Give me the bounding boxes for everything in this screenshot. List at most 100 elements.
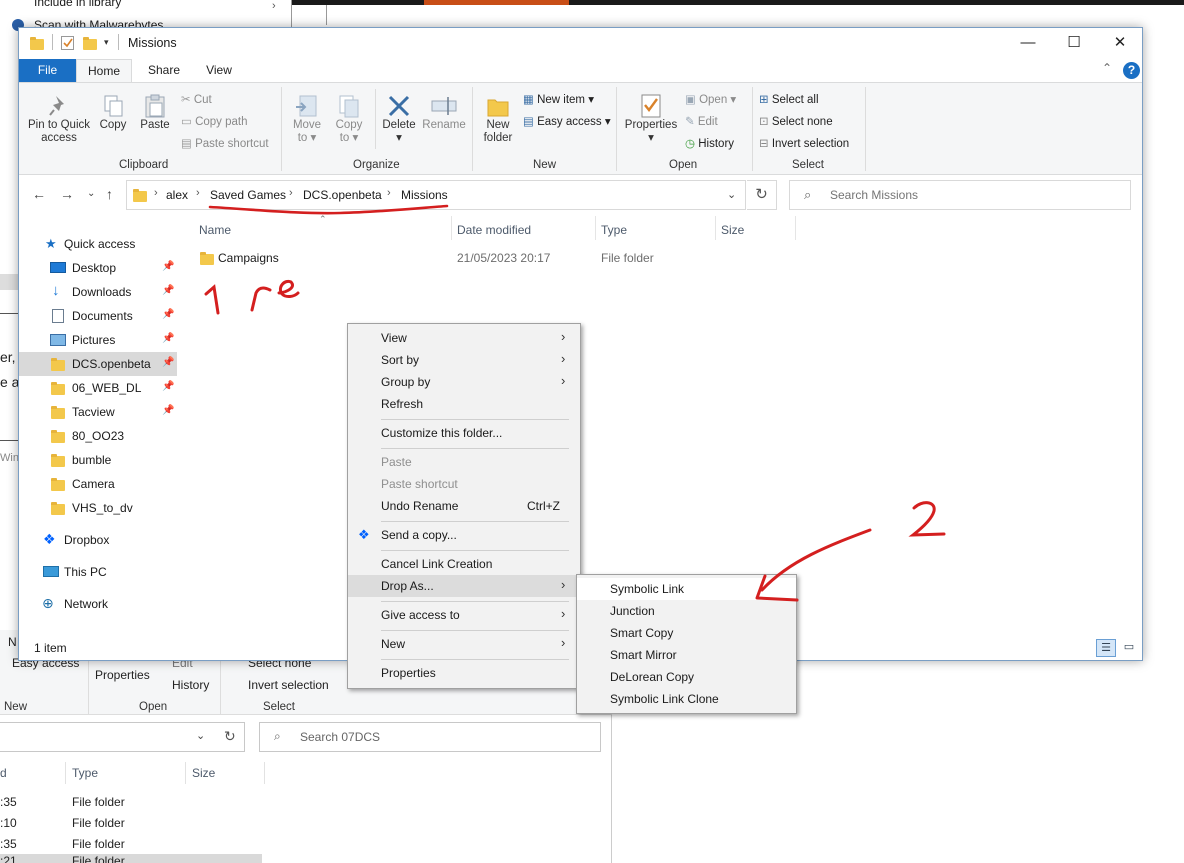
submenu-item-smart-copy[interactable]: Smart Copy [577,622,796,644]
menu-item-give-access-to[interactable]: Give access to › [348,604,580,626]
nav-item-this-pc[interactable]: This PC [19,560,177,584]
nav-item-dropbox[interactable]: ❖ Dropbox [19,528,177,552]
menu-separator [381,659,569,660]
properties-button[interactable]: Properties ▾ [621,93,681,145]
bg-col-sep [185,762,186,784]
nav-item-vhs-to-dv[interactable]: VHS_to_dv [19,496,177,520]
nav-item-quick-access[interactable]: ★ Quick access [19,232,177,256]
pin-icon: 📌 [162,381,175,392]
tab-view[interactable]: View [196,59,242,82]
submenu-item-smart-mirror[interactable]: Smart Mirror [577,644,796,666]
bg-ribbon-new: N [8,635,17,649]
copy-button[interactable]: Copy [95,93,131,132]
easy-access-button[interactable]: ▤ Easy access ▾ [523,114,611,128]
help-icon[interactable]: ? [1123,62,1140,79]
nav-item-camera[interactable]: Camera [19,472,177,496]
submenu-item-delorean-copy[interactable]: DeLorean Copy [577,666,796,688]
nav-item-06-web-dl[interactable]: 06_WEB_DL 📌 [19,376,177,400]
pin-to-quick-access-button[interactable]: Pin to Quick access [23,93,95,145]
divider [118,34,119,50]
bg-row-type: File folder [72,837,125,851]
menu-item-send-a-copy[interactable]: ❖ Send a copy... [348,524,580,546]
table-row[interactable]: Campaigns 21/05/2023 20:17 File folder [195,247,795,269]
maximize-button[interactable]: ☐ [1051,28,1097,58]
search-input[interactable] [828,187,1118,203]
up-button[interactable]: ↑ [106,186,113,202]
menu-item-new[interactable]: New › [348,633,580,655]
copy-to-button[interactable]: Copy to ▾ [329,93,369,145]
menu-item-undo-rename[interactable]: Undo Rename Ctrl+Z [348,495,580,517]
breadcrumb-saved-games[interactable]: Saved Games [210,188,286,202]
edit-button[interactable]: ✎ Edit [685,114,718,128]
new-item-button[interactable]: ▦ New item ▾ [523,92,594,106]
copy-path-button[interactable]: ▭ Copy path [181,114,248,128]
breadcrumb-alex[interactable]: alex [166,188,188,202]
menu-item-properties[interactable]: Properties [348,662,580,684]
submenu-item-symbolic-link[interactable]: Symbolic Link [577,578,796,600]
forward-button[interactable]: → [60,186,74,202]
open-button[interactable]: ▣ Open ▾ [685,92,736,106]
chevron-right-icon: › [272,0,276,12]
menu-item-sort-by[interactable]: Sort by › [348,349,580,371]
menu-item-view[interactable]: View › [348,327,580,349]
breadcrumb-dcs-openbeta[interactable]: DCS.openbeta [303,188,382,202]
back-button[interactable]: ← [32,186,46,202]
recent-locations-button[interactable]: ⌄ [87,188,95,199]
address-bar[interactable]: › alex › Saved Games › DCS.openbeta › Mi… [126,180,746,210]
menu-item-drop-as[interactable]: Drop As... › [348,575,580,597]
cut-button[interactable]: ✂ Cut [181,92,212,106]
invert-selection-button[interactable]: ⊟ Invert selection [759,136,849,150]
history-button[interactable]: ◷ History [685,136,734,150]
column-header-name[interactable]: Name [199,223,231,237]
large-icons-view-button[interactable]: ▭ [1119,639,1139,657]
collapse-ribbon-icon[interactable]: ⌃ [1102,61,1112,75]
nav-item-80-oo23[interactable]: 80_OO23 [19,424,177,448]
pictures-icon [50,334,66,346]
group-label-organize: Organize [353,159,400,171]
bg-col-type: Type [72,766,99,780]
ribbon-separator [865,87,866,171]
nav-item-dcs-openbeta[interactable]: DCS.openbeta 📌 [19,352,177,376]
nav-item-desktop[interactable]: Desktop 📌 [19,256,177,280]
nav-item-documents[interactable]: Documents 📌 [19,304,177,328]
file-type: File folder [601,251,654,265]
nav-item-bumble[interactable]: bumble [19,448,177,472]
menu-item-customize-folder[interactable]: Customize this folder... [348,422,580,444]
tab-file[interactable]: File [19,59,76,82]
paste-button[interactable]: Paste [137,93,173,132]
close-button[interactable]: ✕ [1097,28,1143,58]
select-all-button[interactable]: ⊞ Select all [759,92,819,106]
delete-button[interactable]: Delete ▾ [378,93,420,145]
move-to-button[interactable]: Move to ▾ [287,93,327,145]
tab-share[interactable]: Share [139,59,189,82]
bg-group-select: Select [263,701,295,713]
new-folder-button[interactable]: New folder [478,93,518,145]
minimize-button[interactable]: — [1005,28,1051,58]
column-header-date[interactable]: Date modified [457,223,531,237]
nav-item-network[interactable]: ⊕ Network [19,592,177,616]
file-name: Campaigns [218,251,279,265]
customize-quick-access-icon[interactable]: ▾ [104,37,109,48]
search-icon: ⌕ [274,729,281,743]
chevron-down-icon[interactable]: ⌄ [727,188,736,201]
menu-item-group-by[interactable]: Group by › [348,371,580,393]
refresh-button[interactable]: ↻ [747,180,777,210]
details-view-button[interactable]: ☰ [1096,639,1116,657]
submenu-item-symbolic-link-clone[interactable]: Symbolic Link Clone [577,688,796,710]
search-box[interactable]: ⌕ [789,180,1131,210]
column-header-size[interactable]: Size [721,223,744,237]
select-none-button[interactable]: ⊡ Select none [759,114,833,128]
nav-item-pictures[interactable]: Pictures 📌 [19,328,177,352]
rename-button[interactable]: Rename [421,93,467,132]
menu-item-refresh[interactable]: Refresh [348,393,580,415]
submenu-item-junction[interactable]: Junction [577,600,796,622]
column-header-type[interactable]: Type [601,223,627,237]
tab-home[interactable]: Home [76,59,132,82]
paste-shortcut-button[interactable]: ▤ Paste shortcut [181,136,269,150]
properties-quick-icon[interactable] [61,36,74,50]
new-folder-quick-icon[interactable] [83,37,97,50]
menu-item-cancel-link-creation[interactable]: Cancel Link Creation [348,553,580,575]
nav-item-downloads[interactable]: ↓ Downloads 📌 [19,280,177,304]
breadcrumb-missions[interactable]: Missions [401,188,448,202]
nav-item-tacview[interactable]: Tacview 📌 [19,400,177,424]
